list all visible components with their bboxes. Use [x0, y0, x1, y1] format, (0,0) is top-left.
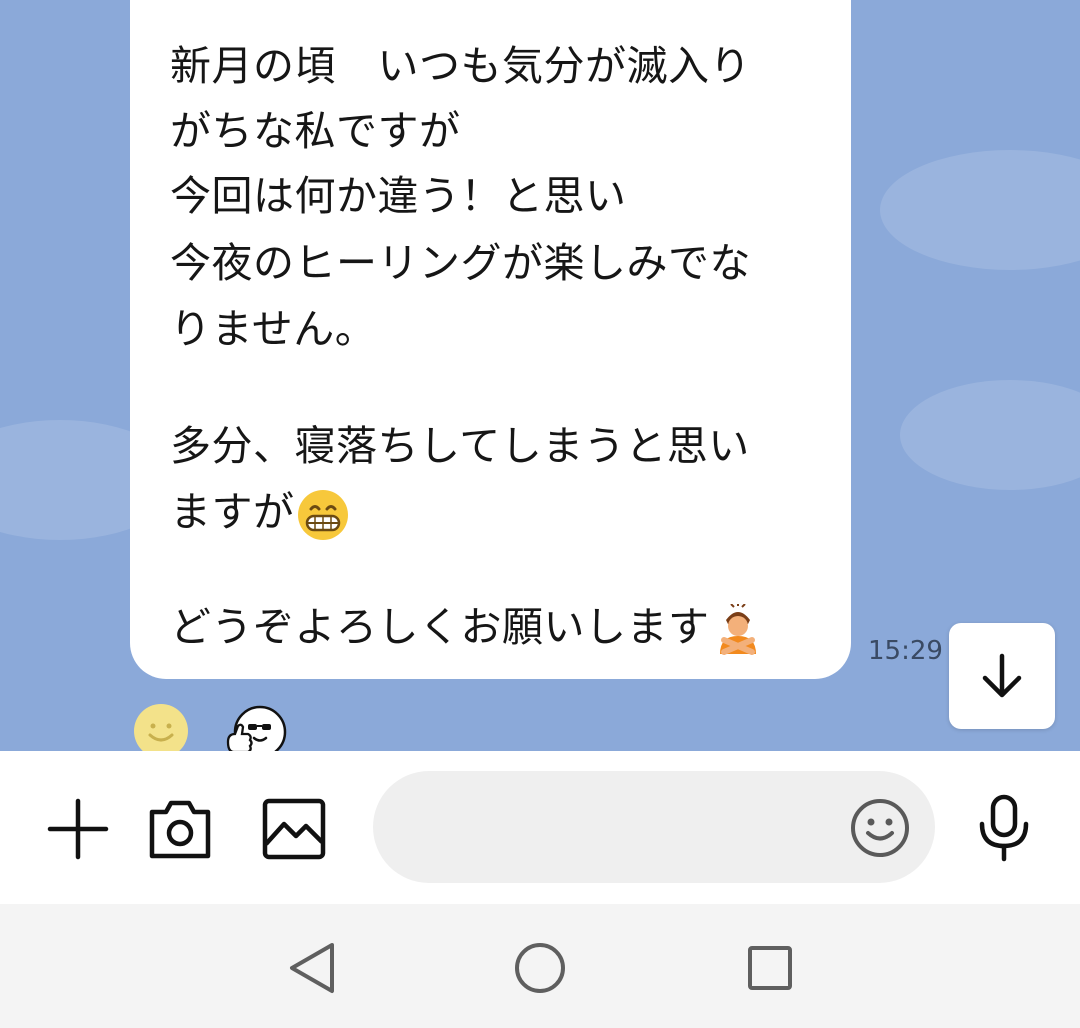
message-line: 今夜のヒーリングが楽しみでな — [170, 239, 751, 287]
emoji-icon — [851, 799, 909, 857]
camera-button[interactable] — [148, 797, 212, 861]
message-line: 新月の頃 いつも気分が滅入り — [170, 42, 751, 90]
plus-button[interactable] — [46, 797, 110, 861]
message-line: 多分、寝落ちしてしまうと思い — [170, 422, 750, 470]
message-line: 今回は何か違う！と思い — [170, 172, 627, 220]
microphone-icon — [979, 794, 1029, 862]
recents-icon — [748, 946, 792, 990]
home-button[interactable] — [510, 938, 570, 998]
chat-area[interactable]: 新月の頃 いつも気分が滅入り がちな私ですが 今回は何か違う！と思い 今夜のヒー… — [0, 0, 1080, 751]
message-line: りません。 — [170, 305, 377, 353]
grinning-face-emoji — [297, 490, 348, 540]
image-button[interactable] — [262, 797, 326, 861]
emoji-button[interactable] — [848, 796, 912, 860]
thumbs-up-sticker-icon[interactable] — [224, 702, 290, 751]
arrow-down-icon — [982, 653, 1022, 698]
scroll-to-bottom-button[interactable] — [949, 623, 1055, 729]
camera-icon — [149, 800, 211, 859]
person-gesturing-no-emoji — [719, 604, 756, 655]
smiley-reaction-icon[interactable] — [132, 702, 190, 751]
recents-button[interactable] — [740, 938, 800, 998]
message-bubble[interactable]: 新月の頃 いつも気分が滅入り がちな私ですが 今回は何か違う！と思い 今夜のヒー… — [130, 0, 851, 679]
plus-icon — [47, 798, 109, 860]
voice-button[interactable] — [972, 794, 1036, 862]
background-cloud — [880, 150, 1080, 270]
back-icon — [290, 943, 334, 993]
home-icon — [515, 943, 565, 993]
message-line-with-emoji: ますが — [170, 479, 349, 545]
message-line: がちな私ですが — [170, 107, 461, 155]
message-timestamp: 15:29 — [868, 636, 943, 666]
message-line-text: ますが — [170, 488, 295, 536]
background-cloud — [900, 380, 1080, 490]
back-button[interactable] — [282, 938, 342, 998]
message-line-with-emoji: どうぞよろしくお願いします — [170, 594, 764, 660]
message-line-text: どうぞよろしくお願いします — [170, 603, 710, 651]
image-icon — [262, 798, 326, 860]
